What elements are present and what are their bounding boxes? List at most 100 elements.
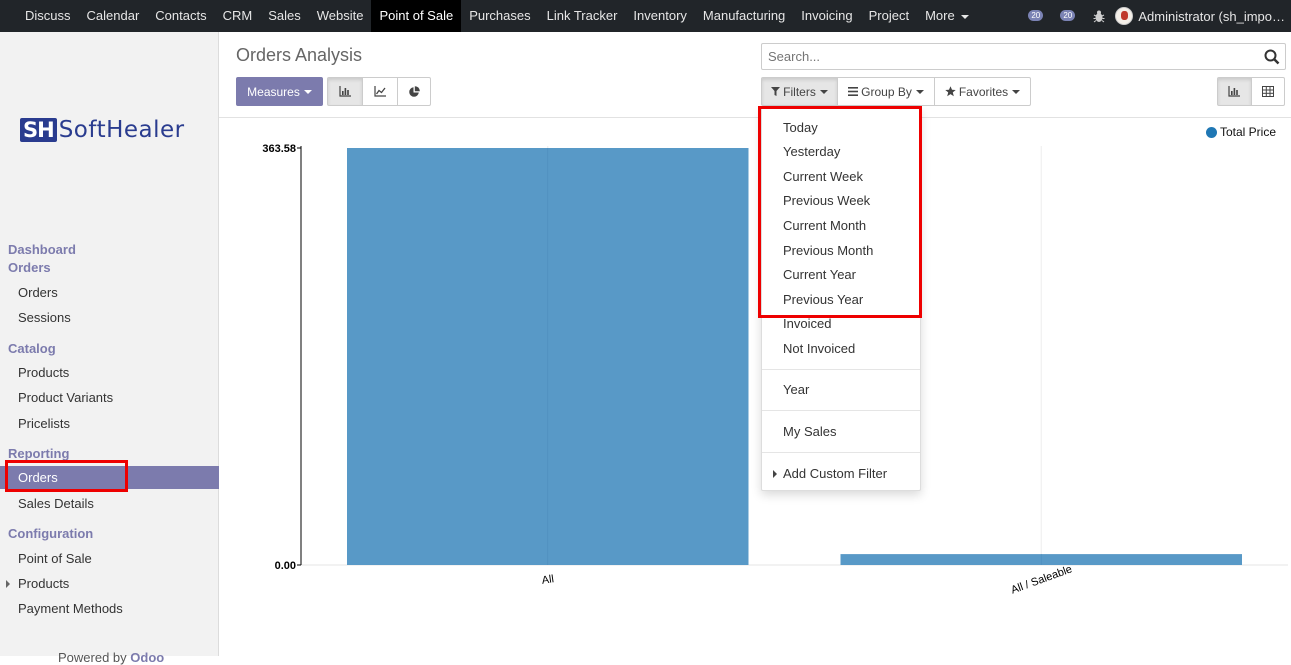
filter-year[interactable]: Year xyxy=(783,382,809,397)
measures-button[interactable]: Measures xyxy=(236,77,323,106)
top-navbar: Discuss Calendar Contacts CRM Sales Website Po… xyxy=(0,0,1291,32)
caret-down-icon xyxy=(303,89,312,94)
top-menu-item-calendar[interactable]: Calendar xyxy=(79,0,148,32)
top-menu-label: Website xyxy=(316,8,364,23)
sidebar-item-reporting-orders[interactable]: Orders xyxy=(0,466,219,489)
sidebar-section-configuration[interactable]: Configuration xyxy=(8,526,93,541)
x-tick-label: All xyxy=(541,573,555,587)
top-menu-item-website[interactable]: Website xyxy=(309,0,372,32)
filter-previous-month[interactable]: Previous Month xyxy=(783,243,873,258)
top-menu-label: Calendar xyxy=(86,8,140,23)
filter-my-sales[interactable]: My Sales xyxy=(783,424,836,439)
sidebar-section-catalog[interactable]: Catalog xyxy=(8,341,56,356)
filter-current-month[interactable]: Current Month xyxy=(783,218,866,233)
search-bar xyxy=(761,43,1286,70)
line-chart-mode-button[interactable] xyxy=(362,77,398,106)
sidebar-item-orders[interactable]: Orders xyxy=(18,285,58,300)
dropdown-divider xyxy=(762,369,920,370)
sidebar-section-orders[interactable]: Orders xyxy=(8,260,51,275)
top-menu-item-crm[interactable]: CRM xyxy=(215,0,261,32)
filter-today[interactable]: Today xyxy=(783,120,818,135)
top-menu-label: Manufacturing xyxy=(702,8,786,23)
activity-icon[interactable]: 20 xyxy=(1025,6,1049,26)
top-menu-label: CRM xyxy=(222,8,253,23)
favorites-label: Favorites xyxy=(958,84,1009,99)
sidebar-item-product-variants[interactable]: Product Variants xyxy=(18,390,113,405)
search-input[interactable] xyxy=(762,44,1242,69)
sidebar-item-sales-details[interactable]: Sales Details xyxy=(18,496,94,511)
sidebar-section-dashboard[interactable]: Dashboard xyxy=(8,242,76,257)
sidebar-item-pricelists[interactable]: Pricelists xyxy=(18,416,70,431)
powered-by: Powered by Odoo xyxy=(58,650,164,665)
add-custom-filter[interactable]: Add Custom Filter xyxy=(783,466,887,481)
top-menu-item-discuss[interactable]: Discuss xyxy=(17,0,79,32)
user-menu[interactable]: Administrator (sh_impo… xyxy=(1115,7,1291,25)
bar-chart-icon xyxy=(1228,86,1240,97)
top-menu-item-inventory[interactable]: Inventory xyxy=(625,0,694,32)
top-menu-item-point-of-sale[interactable]: Point of Sale xyxy=(371,0,462,32)
top-menu-label: More xyxy=(925,8,955,23)
debug-bug-icon[interactable] xyxy=(1089,6,1109,26)
filters-button[interactable]: Filters xyxy=(761,77,838,106)
y-tick-label: 0.00 xyxy=(275,560,296,572)
caret-down-icon xyxy=(960,14,969,19)
y-tick-label: 363.58 xyxy=(262,143,296,155)
top-menu-item-sales[interactable]: Sales xyxy=(260,0,309,32)
chart-legend[interactable]: Total Price xyxy=(1206,125,1276,139)
expand-caret-icon xyxy=(6,580,10,588)
user-name: Administrator (sh_impo… xyxy=(1138,8,1285,24)
filter-invoiced[interactable]: Invoiced xyxy=(783,316,831,331)
messages-icon[interactable]: 20 xyxy=(1057,6,1081,26)
powered-brand-link[interactable]: Odoo xyxy=(130,650,164,665)
top-menu-item-purchases[interactable]: Purchases xyxy=(461,0,538,32)
pivot-view-button[interactable] xyxy=(1251,77,1285,106)
top-menu-item-manufacturing[interactable]: Manufacturing xyxy=(695,0,793,32)
top-menu-label: Inventory xyxy=(633,8,687,23)
softhealer-logo: SH SoftHealer xyxy=(20,117,185,143)
bar-chart: 363.58 0.00 All All / Saleable xyxy=(262,143,1288,597)
powered-prefix: Powered by xyxy=(58,650,127,665)
dropdown-divider xyxy=(762,452,920,453)
bar-chart-mode-button[interactable] xyxy=(327,77,363,106)
sidebar-item-payment-methods[interactable]: Payment Methods xyxy=(18,601,123,616)
list-icon xyxy=(848,87,859,96)
filter-yesterday[interactable]: Yesterday xyxy=(783,144,840,159)
caret-down-icon xyxy=(915,89,924,94)
page-title: Orders Analysis xyxy=(236,45,363,65)
systray: 20 20 Administrator (sh_impo… xyxy=(1025,0,1291,32)
sidebar-item-sessions[interactable]: Sessions xyxy=(18,310,71,325)
graph-view-button[interactable] xyxy=(1217,77,1252,106)
filter-current-year[interactable]: Current Year xyxy=(783,267,856,282)
caret-down-icon xyxy=(819,89,828,94)
avatar xyxy=(1115,7,1134,25)
top-menu-item-project[interactable]: Project xyxy=(861,0,917,32)
dropdown-divider xyxy=(762,410,920,411)
filter-previous-week[interactable]: Previous Week xyxy=(783,193,870,208)
pie-chart-mode-button[interactable] xyxy=(397,77,431,106)
logo-mark: SH xyxy=(20,118,57,142)
top-menu-item-contacts[interactable]: Contacts xyxy=(147,0,214,32)
sidebar-section-reporting[interactable]: Reporting xyxy=(8,446,69,461)
top-menu: Discuss Calendar Contacts CRM Sales Website Po… xyxy=(0,0,977,32)
sidebar-item-products[interactable]: Products xyxy=(18,365,69,380)
search-icon[interactable] xyxy=(1264,49,1280,68)
filter-icon xyxy=(771,87,781,96)
star-icon xyxy=(945,86,956,97)
legend-label: Total Price xyxy=(1220,125,1277,139)
top-menu-label: Purchases xyxy=(469,8,531,23)
sidebar-item-config-products[interactable]: Products xyxy=(6,576,69,591)
filters-label: Filters xyxy=(783,84,816,99)
filter-not-invoiced[interactable]: Not Invoiced xyxy=(783,341,855,356)
sidebar-item-point-of-sale[interactable]: Point of Sale xyxy=(18,551,92,566)
filter-previous-year[interactable]: Previous Year xyxy=(783,292,863,307)
top-menu-item-link-tracker[interactable]: Link Tracker xyxy=(539,0,626,32)
sidebar: SH SoftHealer Dashboard Orders Orders Se… xyxy=(0,32,219,665)
favorites-button[interactable]: Favorites xyxy=(934,77,1031,106)
top-menu-item-more[interactable]: More xyxy=(917,0,977,32)
top-menu-label: Sales xyxy=(268,8,301,23)
activity-count: 20 xyxy=(1028,10,1044,21)
top-menu-label: Discuss xyxy=(25,8,71,23)
group-by-button[interactable]: Group By xyxy=(837,77,935,106)
top-menu-item-invoicing[interactable]: Invoicing xyxy=(793,0,860,32)
filter-current-week[interactable]: Current Week xyxy=(783,169,863,184)
